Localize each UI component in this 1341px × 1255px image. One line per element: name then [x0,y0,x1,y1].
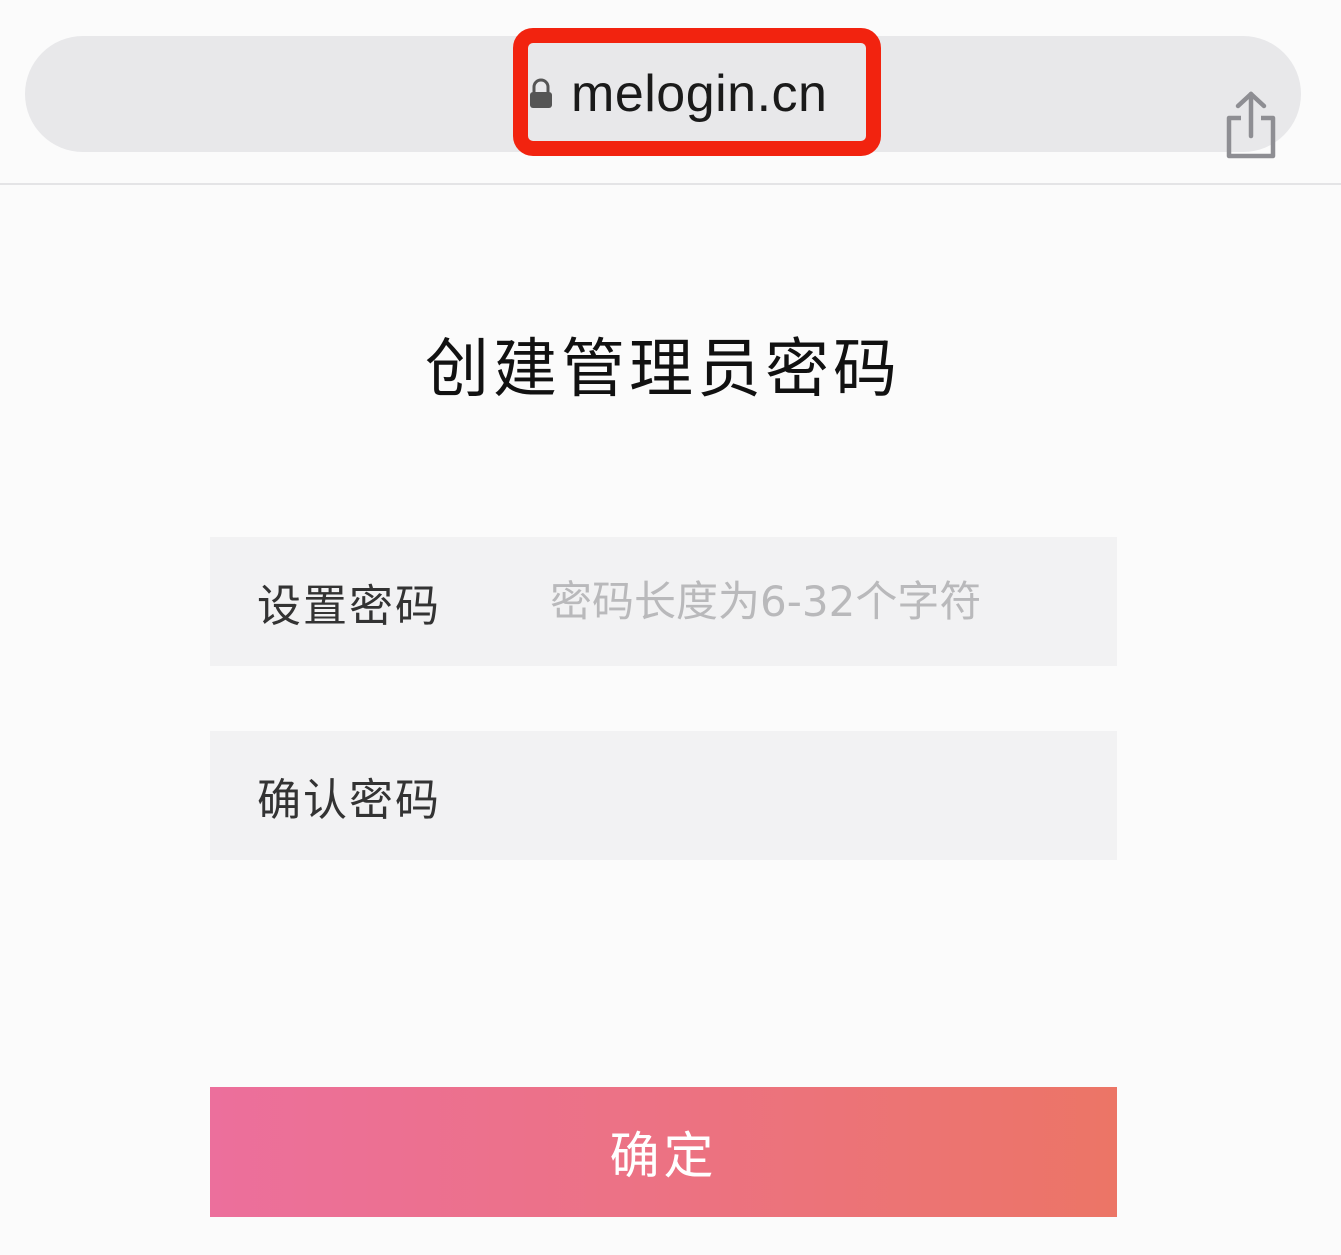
url-text: melogin.cn [571,65,828,123]
share-icon[interactable] [1221,90,1281,162]
confirm-password-label: 确认密码 [257,774,441,826]
password-input[interactable] [550,561,1090,642]
lock-icon [525,76,557,112]
password-field[interactable]: 设置密码 [210,537,1117,666]
url-display[interactable]: melogin.cn [525,50,885,138]
password-label: 设置密码 [257,580,441,632]
confirm-password-field[interactable]: 确认密码 [210,731,1117,860]
browser-toolbar: melogin.cn [0,0,1341,185]
page-title: 创建管理员密码 [425,333,901,407]
confirm-button[interactable]: 确定 [210,1087,1117,1217]
address-bar[interactable]: melogin.cn [25,36,1301,159]
confirm-password-input[interactable] [550,755,1090,836]
